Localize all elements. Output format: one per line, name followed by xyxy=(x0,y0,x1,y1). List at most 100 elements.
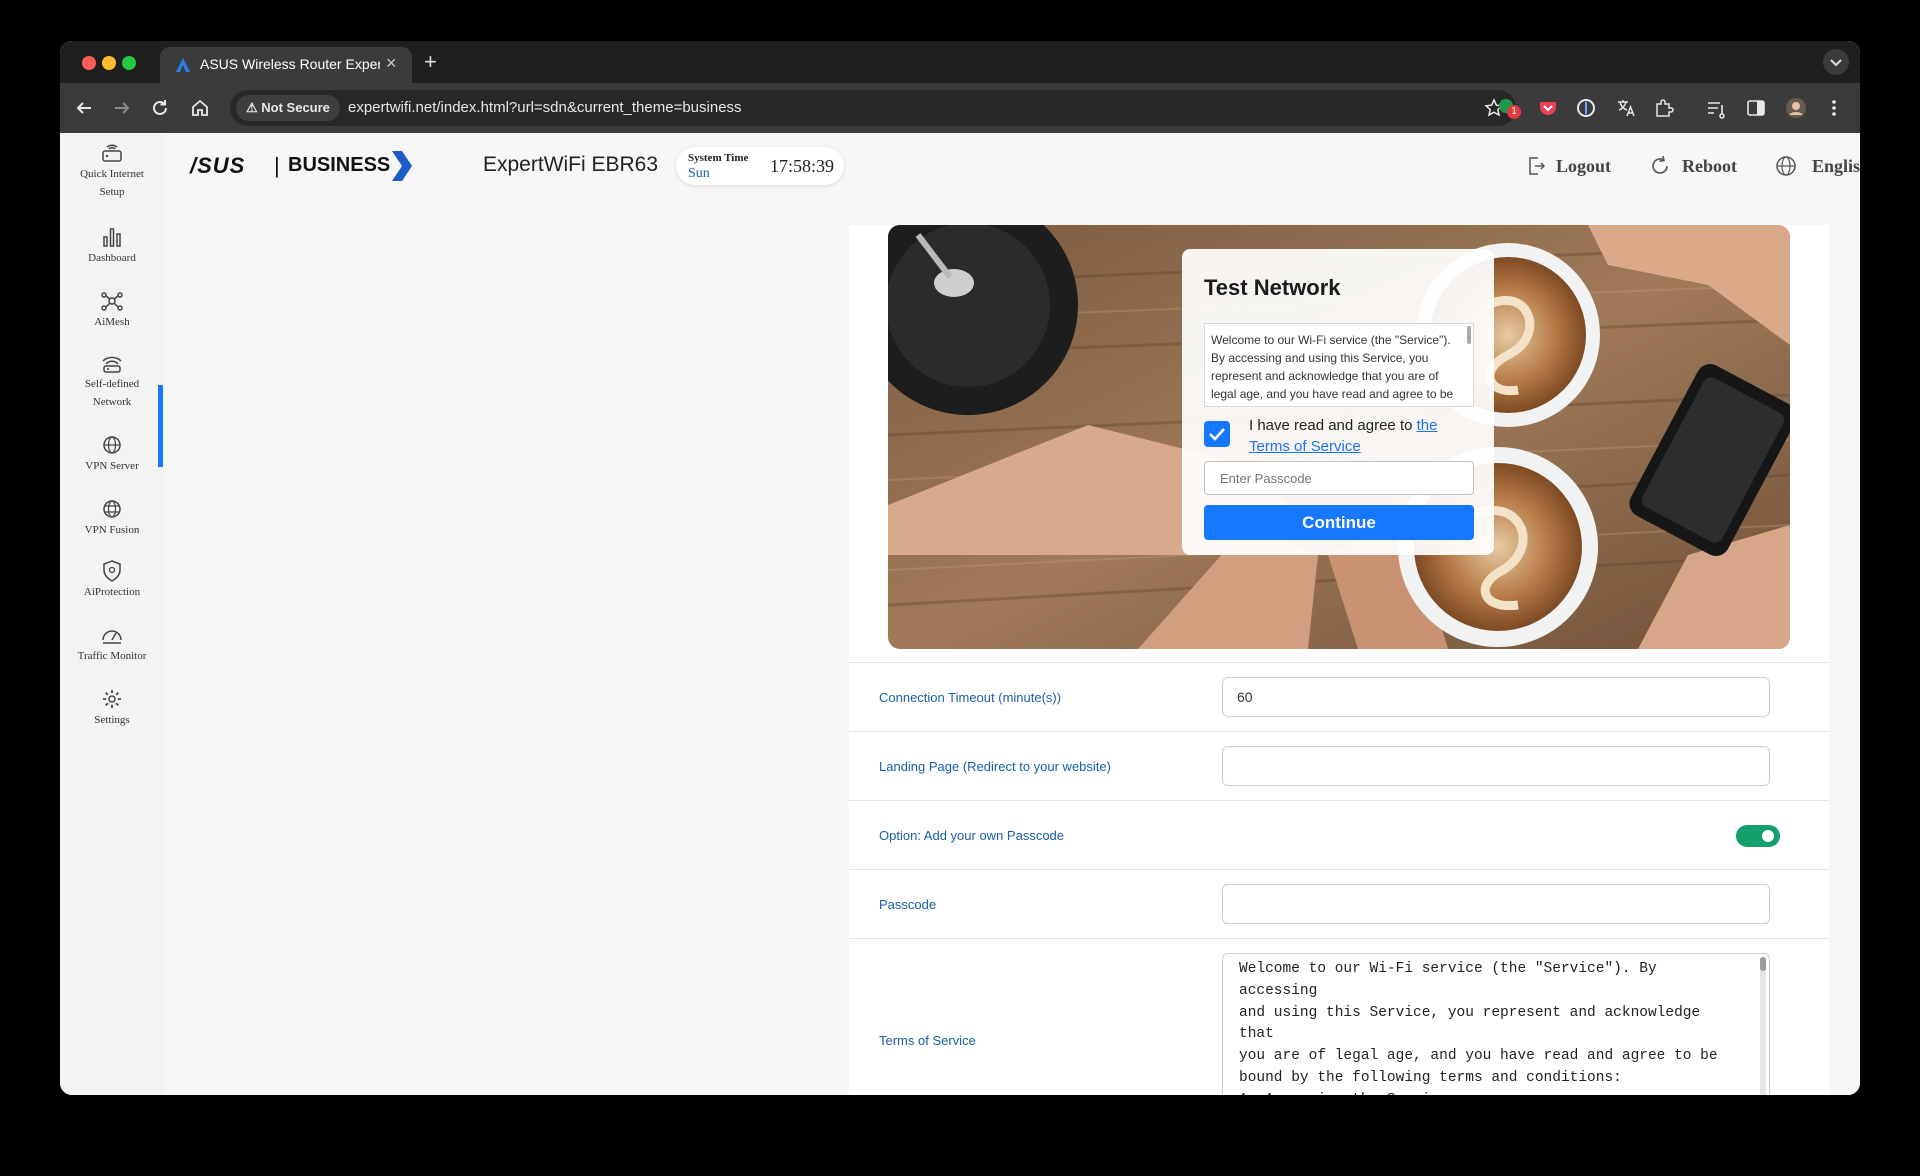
new-tab-button[interactable]: + xyxy=(424,49,437,75)
close-window-button[interactable] xyxy=(82,56,96,70)
connection-timeout-label: Connection Timeout (minute(s)) xyxy=(879,690,1062,705)
maximize-window-button[interactable] xyxy=(122,56,136,70)
portal-passcode-input[interactable] xyxy=(1204,461,1474,495)
address-bar[interactable]: ⚠ Not Secure expertwifi.net/index.html?u… xyxy=(230,90,1516,126)
sidebar-item-label: Quick Internet Setup xyxy=(80,168,144,198)
sidebar-item-label: Self-defined Network xyxy=(84,378,140,408)
reload-icon[interactable] xyxy=(148,96,172,120)
sidebar-item-self-defined-network[interactable]: Self-defined Network xyxy=(60,351,164,411)
extensions-puzzle-icon[interactable] xyxy=(1652,96,1676,120)
agree-text: I have read and agree to the Terms of Se… xyxy=(1249,415,1479,457)
browser-tab[interactable]: ASUS Wireless Router Exper × xyxy=(160,47,412,83)
passcode-label: Passcode xyxy=(879,897,937,912)
bar-chart-icon xyxy=(103,228,121,247)
back-icon[interactable] xyxy=(72,96,96,120)
globe-server-icon xyxy=(103,436,121,454)
tab-search-button[interactable] xyxy=(1823,49,1849,75)
globe-fusion-icon xyxy=(103,500,121,518)
portal-login-card: Test Network Welcome to our Wi-Fi servic… xyxy=(1182,249,1494,555)
connection-timeout-row: Connection Timeout (minute(s)) xyxy=(849,662,1829,732)
not-secure-label: Not Secure xyxy=(261,100,330,115)
terms-scrollbar[interactable] xyxy=(1760,957,1766,1095)
browser-toolbar: ⚠ Not Secure expertwifi.net/index.html?u… xyxy=(60,83,1860,133)
sidebar-item-dashboard[interactable]: Dashboard xyxy=(60,225,164,267)
warning-icon: ⚠ xyxy=(246,100,258,115)
reboot-label: Reboot xyxy=(1682,156,1737,176)
system-time-label: System Time xyxy=(688,152,749,164)
sidebar-item-aiprotection[interactable]: AiProtection xyxy=(60,559,164,601)
landing-page-input[interactable] xyxy=(1222,746,1770,786)
sidebar: Quick Internet Setup Dashboard AiMesh Se… xyxy=(60,133,164,1095)
chevron-down-icon xyxy=(1830,59,1842,67)
sidebar-item-label: Dashboard xyxy=(88,252,136,264)
passcode-input[interactable] xyxy=(1222,884,1770,924)
tab-close-icon[interactable]: × xyxy=(386,53,397,74)
extension-grammar-icon[interactable]: 1 xyxy=(1496,96,1521,120)
terms-textarea[interactable]: Welcome to our Wi-Fi service (the "Servi… xyxy=(1222,953,1770,1095)
sidebar-item-quick-internet-setup[interactable]: Quick Internet Setup xyxy=(60,141,164,201)
not-secure-chip[interactable]: ⚠ Not Secure xyxy=(236,95,340,121)
logo-separator: | xyxy=(274,153,280,178)
terms-preview-scrollbar[interactable] xyxy=(1467,326,1471,344)
globe-icon xyxy=(1776,156,1796,176)
passcode-row: Passcode xyxy=(849,869,1829,939)
own-passcode-label: Option: Add your own Passcode xyxy=(879,828,1065,843)
system-time-value: 17:58:39 xyxy=(770,156,835,176)
sidebar-item-aimesh[interactable]: AiMesh xyxy=(60,289,164,331)
minimize-window-button[interactable] xyxy=(102,56,116,70)
continue-button[interactable]: Continue xyxy=(1204,505,1474,540)
logout-icon xyxy=(1529,157,1546,175)
side-panel-icon[interactable] xyxy=(1744,96,1768,120)
agree-checkbox[interactable] xyxy=(1204,421,1230,447)
mesh-network-icon xyxy=(101,292,123,311)
terms-row: Terms of Service Welcome to our Wi-Fi se… xyxy=(849,938,1829,1095)
terms-preview-box[interactable]: Welcome to our Wi-Fi service (the "Servi… xyxy=(1204,323,1474,407)
system-day: Sun xyxy=(688,166,710,181)
translate-icon[interactable] xyxy=(1614,96,1638,120)
terms-textarea-text: Welcome to our Wi-Fi service (the "Servi… xyxy=(1239,961,1718,1095)
own-passcode-toggle[interactable] xyxy=(1736,825,1780,847)
home-icon[interactable] xyxy=(188,96,212,120)
landing-page-label: Landing Page (Redirect to your website) xyxy=(879,759,1111,774)
toggle-knob xyxy=(1762,830,1774,842)
brand-chevron-icon xyxy=(392,151,412,181)
wifi-router-icon xyxy=(102,356,122,373)
url-text: expertwifi.net/index.html?url=sdn&curren… xyxy=(348,99,742,116)
connection-timeout-input[interactable] xyxy=(1222,677,1770,717)
sidebar-item-vpn-server[interactable]: VPN Server xyxy=(60,433,164,475)
terms-preview-text: Welcome to our Wi-Fi service (the "Servi… xyxy=(1211,333,1454,406)
business-logo-text: BUSINESS xyxy=(288,154,391,176)
reboot-icon xyxy=(1652,155,1668,174)
tab-title: ASUS Wireless Router Exper xyxy=(200,56,380,72)
landing-page-row: Landing Page (Redirect to your website) xyxy=(849,731,1829,801)
forward-icon[interactable] xyxy=(110,96,134,120)
active-indicator xyxy=(158,385,163,467)
sidebar-item-traffic-monitor[interactable]: Traffic Monitor xyxy=(60,623,164,665)
portal-settings-panel: Test Network Welcome to our Wi-Fi servic… xyxy=(849,225,1829,1095)
browser-menu-icon[interactable] xyxy=(1822,96,1846,120)
profile-avatar-icon[interactable] xyxy=(1784,96,1808,120)
sidebar-item-label: Traffic Monitor xyxy=(77,650,147,662)
sidebar-item-vpn-fusion[interactable]: VPN Fusion xyxy=(60,497,164,539)
tab-bar: ASUS Wireless Router Exper × + xyxy=(60,41,1860,83)
asus-logo-text: /SUS xyxy=(190,153,246,178)
app-header: /SUS | BUSINESS ExpertWiFi EBR63 System … xyxy=(164,133,1860,199)
agree-label: I have read and agree to xyxy=(1249,417,1417,434)
main-content: /SUS | BUSINESS ExpertWiFi EBR63 System … xyxy=(164,133,1860,1095)
checkmark-icon xyxy=(1209,428,1225,441)
logout-label: Logout xyxy=(1556,156,1612,176)
sidebar-item-label: AiMesh xyxy=(94,316,130,328)
model-name: ExpertWiFi EBR63 xyxy=(483,153,659,176)
pocket-icon[interactable] xyxy=(1536,96,1560,120)
reading-list-icon[interactable] xyxy=(1704,96,1728,120)
asus-favicon-icon xyxy=(176,58,190,72)
portal-preview-image: Test Network Welcome to our Wi-Fi servic… xyxy=(888,225,1790,649)
sidebar-item-settings[interactable]: Settings xyxy=(60,687,164,729)
sidebar-item-label: VPN Fusion xyxy=(84,524,140,536)
extension-badge: 1 xyxy=(1507,105,1521,119)
terms-scrollbar-thumb[interactable] xyxy=(1760,957,1766,971)
gear-icon xyxy=(103,690,121,708)
language-selector[interactable]: English xyxy=(1774,153,1860,179)
vpn-extension-icon[interactable] xyxy=(1574,96,1598,120)
sidebar-item-label: VPN Server xyxy=(85,460,139,472)
